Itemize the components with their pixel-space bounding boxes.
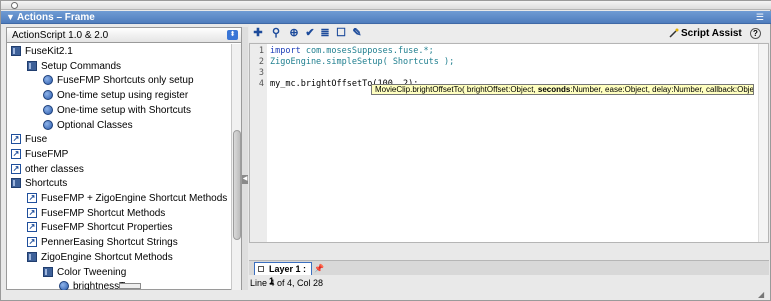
tree-item-label: One-time setup using register	[57, 90, 189, 102]
tree-item-label: Optional Classes	[57, 119, 133, 131]
circle-icon	[43, 90, 53, 101]
tree-item[interactable]: ↗ FuseFMP Shortcut Properties	[27, 221, 173, 234]
line-number: 3	[258, 68, 264, 78]
tree-item[interactable]: ↗ FuseFMP Shortcut Methods	[27, 207, 165, 220]
tree-item[interactable]: Optional Classes	[43, 119, 133, 132]
tree-item[interactable]: Shortcuts	[11, 177, 67, 190]
tooltip-prefix: MovieClip.brightOffsetTo( brightOffset:O…	[375, 85, 538, 94]
panel-titlebar[interactable]: ▼ Actions – Frame ☰	[1, 11, 771, 24]
tooltip-current-param: seconds	[537, 85, 571, 94]
tree-item-label: Shortcuts	[25, 178, 68, 190]
arrow-icon: ↗	[27, 193, 37, 203]
actionscript-version-select[interactable]: ActionScript 1.0 & 2.0 ⬍	[7, 28, 241, 43]
panel-menu-icon[interactable]: ☰	[756, 12, 764, 23]
tree-item[interactable]: FuseFMP Shortcuts only setup	[43, 74, 194, 87]
arrow-icon: ↗	[27, 207, 37, 218]
frame-icon	[258, 266, 264, 272]
pane-divider[interactable]: ◀	[242, 27, 248, 290]
circle-icon	[43, 75, 53, 86]
tree-item-label: FuseKit2.1	[25, 46, 73, 57]
add-icon[interactable]: ✚	[252, 27, 264, 39]
code-token: import	[270, 46, 301, 56]
tree-item[interactable]: Color Tweening	[43, 266, 126, 279]
code-hint-tooltip: MovieClip.brightOffsetTo( brightOffset:O…	[371, 84, 754, 95]
script-editor[interactable]: 1234 import com.mosesSupposes.fuse.*; Zig…	[249, 43, 769, 243]
line-number: 2	[258, 57, 264, 67]
folder-book-icon	[27, 60, 37, 71]
editor-scrollbar[interactable]	[758, 44, 768, 242]
actions-window: ▼ Actions – Frame ☰ ActionScript 1.0 & 2…	[0, 0, 771, 301]
folder-book-icon	[43, 266, 53, 277]
tree-item-label: other classes	[25, 163, 84, 175]
tree-item[interactable]: ↗ FuseFMP + ZigoEngine Shortcut Methods	[27, 192, 227, 205]
circle-icon	[59, 281, 69, 290]
tab-layer-1[interactable]: Layer 1 : 1	[254, 262, 312, 286]
circle-icon	[43, 119, 53, 130]
folder-book-icon	[11, 178, 21, 189]
tree-item[interactable]: ↗ other classes	[11, 163, 84, 176]
help-icon[interactable]: ?	[750, 28, 761, 39]
tree-item-label: One-time setup with Shortcuts	[57, 104, 191, 116]
script-tab-bar: Layer 1 : 1 📌	[249, 260, 769, 286]
code-line[interactable]: ZigoEngine.simpleSetup( Shortcuts );	[270, 57, 454, 68]
tree-item[interactable]: ↗ FuseFMP	[11, 148, 68, 161]
arrow-icon: ↗	[27, 222, 37, 233]
script-assist-button[interactable]: Script Assist	[681, 26, 742, 41]
arrow-icon: ↗	[11, 163, 21, 174]
collapse-triangle-icon[interactable]: ▼	[6, 12, 15, 22]
folder-book-icon	[27, 251, 37, 262]
circle-icon	[43, 104, 53, 115]
resize-grip-icon[interactable]: ◢	[758, 290, 768, 300]
arrow-icon: ↗	[27, 237, 37, 248]
line-number: 4	[258, 79, 264, 89]
arrow-icon: ↗	[11, 134, 21, 145]
arrow-icon: ↗	[11, 148, 21, 159]
tree-item-label: PennerEasing Shortcut Strings	[41, 237, 178, 249]
collapse-pane-icon[interactable]: ◀	[242, 175, 248, 184]
tree-item[interactable]: One-time setup with Shortcuts	[43, 104, 191, 117]
tree-item[interactable]: FuseKit2.1	[11, 45, 73, 58]
tree-item[interactable]: ↗ PennerEasing Shortcut Strings	[27, 236, 178, 249]
find-icon[interactable]: ⚲	[270, 27, 282, 39]
tree-item-label: Setup Commands	[41, 60, 122, 72]
window-top-strip	[1, 1, 771, 10]
check-syntax-icon[interactable]: ✔	[304, 27, 316, 39]
folder-book-icon	[11, 46, 21, 56]
tree-item-label: Fuse	[25, 134, 48, 146]
code-token: com.mosesSupposes.fuse.*;	[300, 46, 434, 56]
tree-item-label: ZigoEngine Shortcut Methods	[41, 251, 173, 263]
pin-script-icon[interactable]: 📌	[314, 264, 324, 273]
tree-item[interactable]: Setup Commands	[27, 60, 121, 73]
window-close-dot[interactable]	[11, 2, 18, 9]
tree-item-label: FuseFMP Shortcut Properties	[41, 222, 173, 234]
wand-icon	[669, 28, 679, 38]
tree-item-label: FuseFMP Shortcut Methods	[41, 207, 166, 219]
tooltip-suffix: :Number, ease:Object, delay:Number, call…	[570, 85, 754, 94]
auto-format-icon[interactable]: ≣	[319, 27, 331, 39]
toolbox-resize-grip[interactable]	[119, 283, 141, 289]
cursor-position: Line 4 of 4, Col 28	[250, 278, 324, 288]
code-line[interactable]: import com.mosesSupposes.fuse.*;	[270, 46, 434, 57]
panel-title: Actions – Frame	[17, 12, 95, 23]
toolbox-scrollbar[interactable]	[231, 44, 241, 290]
version-select-value: ActionScript 1.0 & 2.0	[12, 30, 109, 41]
actions-tree: FuseKit2.1 Setup Commands FuseFMP Shortcut…	[7, 44, 231, 290]
tree-item[interactable]: ↗ Fuse	[11, 133, 47, 146]
toolbox-scroll-thumb[interactable]	[233, 130, 241, 240]
select-arrows-icon[interactable]: ⬍	[227, 30, 238, 40]
line-number: 1	[258, 46, 264, 56]
tree-item[interactable]: One-time setup using register	[43, 89, 188, 102]
code-hint-icon[interactable]: ☐	[335, 27, 347, 39]
actions-toolbox: ActionScript 1.0 & 2.0 ⬍ FuseKit2.1 Setup…	[6, 27, 242, 290]
tree-item-label: FuseFMP	[25, 148, 69, 160]
debug-options-icon[interactable]: ✎	[351, 27, 363, 39]
target-icon[interactable]: ⊕	[288, 27, 300, 39]
tree-item-label: Color Tweening	[57, 266, 127, 278]
status-bar: Line 4 of 4, Col 28	[249, 277, 769, 290]
tree-item-label: FuseFMP + ZigoEngine Shortcut Methods	[41, 193, 228, 204]
code-token: ZigoEngine.simpleSetup( Shortcuts );	[270, 57, 455, 67]
line-number-gutter: 1234	[250, 44, 267, 242]
tree-item[interactable]: ZigoEngine Shortcut Methods	[27, 251, 173, 264]
tree-item-label: FuseFMP Shortcuts only setup	[57, 75, 194, 87]
